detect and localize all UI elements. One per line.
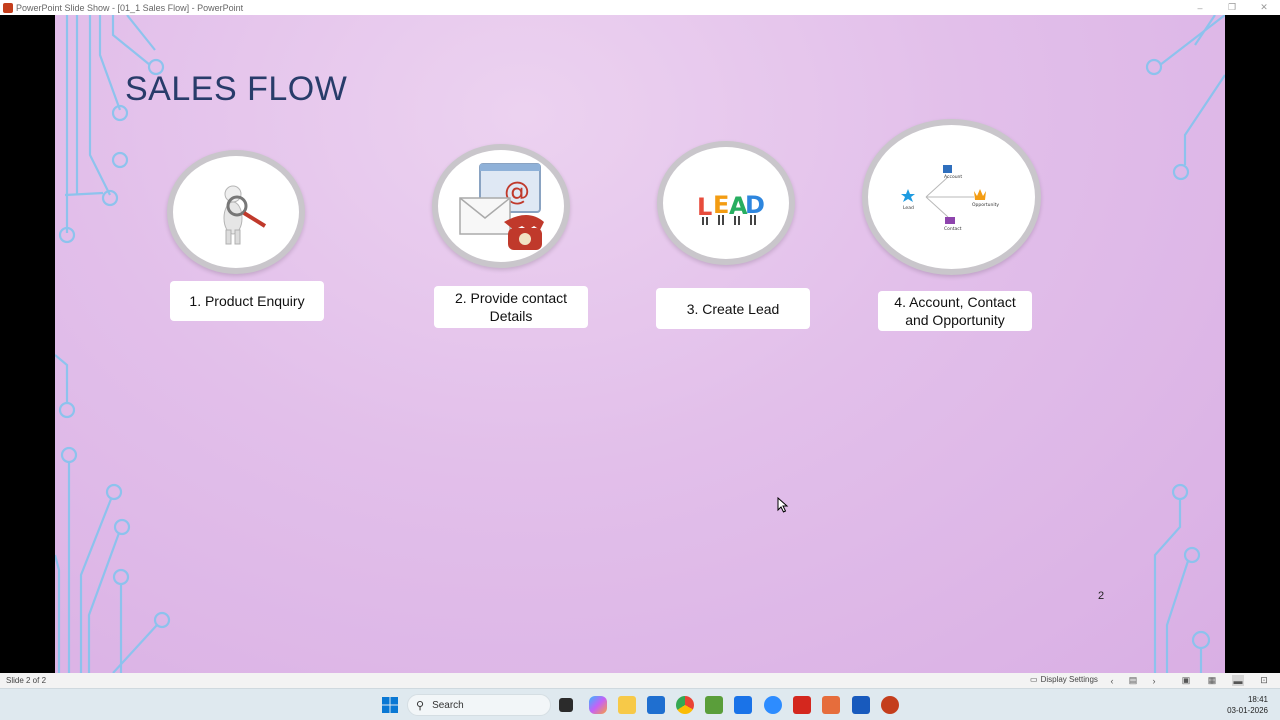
lead-letter-d: D: [745, 191, 765, 219]
file-explorer-icon[interactable]: [618, 696, 636, 714]
photos-icon[interactable]: [705, 696, 723, 714]
step-4-image: Lead Account Opportunity Contact: [862, 119, 1041, 275]
magnifier-person-icon: [223, 185, 267, 245]
windows-start-icon[interactable]: [381, 696, 399, 714]
snipping-tool-icon[interactable]: [822, 696, 840, 714]
diagram-label-account: Account: [944, 174, 962, 180]
word-icon[interactable]: [852, 696, 870, 714]
account-icon: [943, 165, 952, 173]
slide-count: Slide 2 of 2: [6, 676, 47, 685]
close-button[interactable]: ✕: [1248, 0, 1280, 15]
chrome-icon[interactable]: [676, 696, 694, 714]
step-1-image: [167, 150, 305, 274]
display-settings-label: Display Settings: [1040, 675, 1098, 684]
search-placeholder: Search: [432, 699, 464, 711]
window-controls: – ❐ ✕: [1184, 0, 1280, 15]
contact-icon: [945, 217, 955, 224]
diagram-label-lead: Lead: [903, 205, 914, 211]
taskbar-search[interactable]: ⚲ Search: [407, 694, 551, 716]
lead-letters-icon: L E A D: [697, 191, 765, 225]
display-settings-button[interactable]: ▭ Display Settings: [1030, 675, 1098, 684]
step-3-label: 3. Create Lead: [656, 288, 810, 329]
zoom-icon[interactable]: [764, 696, 782, 714]
clock-date: 03-01-2026: [1227, 706, 1268, 715]
minimize-button[interactable]: –: [1184, 0, 1216, 15]
monitor-icon: ▭: [1030, 675, 1038, 684]
store-icon[interactable]: [647, 696, 665, 714]
step-4-label: 4. Account, Contact and Opportunity: [878, 291, 1032, 331]
system-clock[interactable]: 18:41 03-01-2026: [1227, 694, 1268, 716]
slideshow-view-icon[interactable]: ⊡: [1258, 675, 1270, 686]
slide-number: 2: [1098, 590, 1105, 602]
slide-canvas[interactable]: SALES FLOW 1. Product Enquiry @ 2. Provi…: [55, 15, 1225, 673]
slide-menu-icon[interactable]: ▤: [1127, 675, 1139, 686]
copilot-icon[interactable]: [589, 696, 607, 714]
normal-view-icon[interactable]: ▣: [1180, 675, 1192, 686]
widgets-icon[interactable]: [734, 696, 752, 714]
next-slide-icon[interactable]: ›: [1148, 675, 1160, 686]
step-1-label: 1. Product Enquiry: [170, 281, 324, 321]
window-titlebar: PowerPoint Slide Show - [01_1 Sales Flow…: [0, 0, 1280, 15]
lead-letter-e: E: [713, 191, 729, 219]
reading-view-icon[interactable]: ▬: [1232, 675, 1244, 686]
step-3-image: L E A D: [657, 141, 795, 265]
powerpoint-icon[interactable]: [881, 696, 899, 714]
presenter-statusbar: Slide 2 of 2 ▭ Display Settings ‹ ▤ › ▣ …: [0, 673, 1280, 688]
clock-time: 18:41: [1247, 695, 1268, 704]
restore-button[interactable]: ❐: [1216, 0, 1248, 15]
task-view-icon[interactable]: [559, 698, 573, 712]
diagram-label-contact: Contact: [944, 226, 962, 232]
previous-slide-icon[interactable]: ‹: [1106, 675, 1118, 686]
crm-diagram-icon: Lead Account Opportunity Contact: [901, 165, 999, 232]
slide-title: SALES FLOW: [125, 70, 348, 108]
acrobat-icon[interactable]: [793, 696, 811, 714]
step-2-image: @: [432, 144, 570, 268]
lead-letter-l: L: [697, 193, 712, 221]
windows-taskbar: ⚲ Search 18:41 03-01-2026: [0, 688, 1280, 720]
opportunity-crown-icon: [974, 189, 986, 200]
lead-star-icon: [901, 189, 915, 202]
powerpoint-app-icon: [3, 2, 13, 13]
window-title: PowerPoint Slide Show - [01_1 Sales Flow…: [16, 2, 244, 13]
circuit-decoration: [55, 15, 1225, 673]
slide-sorter-icon[interactable]: ▦: [1206, 675, 1218, 686]
diagram-label-opportunity: Opportunity: [972, 202, 999, 208]
step-2-label: 2. Provide contact Details: [434, 286, 588, 328]
mail-phone-icon: @: [459, 163, 544, 250]
search-icon: ⚲: [416, 699, 425, 712]
mouse-cursor-icon: [777, 497, 789, 513]
